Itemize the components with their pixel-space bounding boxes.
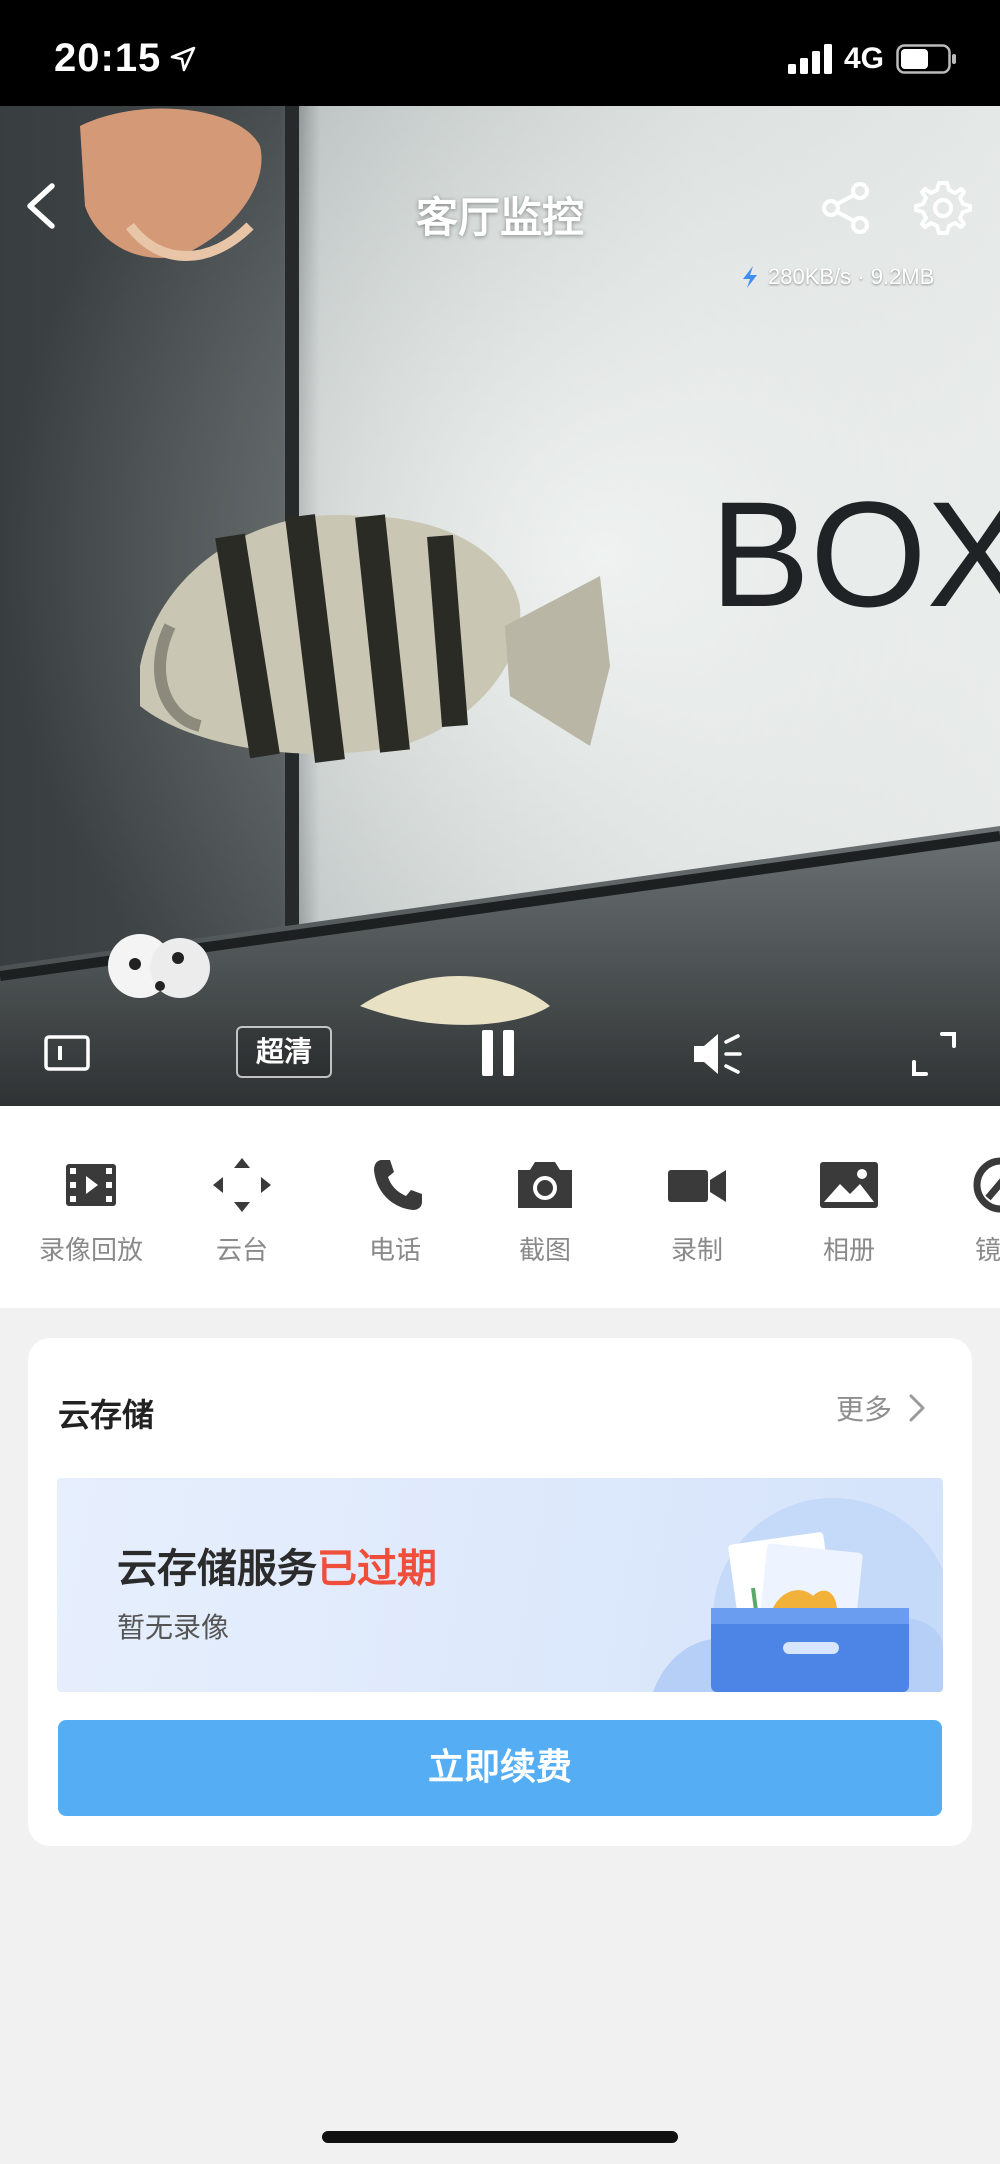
chevron-right-icon bbox=[909, 1394, 925, 1422]
quality-toggle-button[interactable]: 超清 bbox=[236, 1026, 332, 1078]
tool-screenshot[interactable]: 截图 bbox=[470, 1154, 620, 1267]
gear-icon[interactable] bbox=[914, 178, 972, 236]
tool-label: 录制 bbox=[670, 1236, 723, 1266]
tool-ptz[interactable]: 云台 bbox=[167, 1154, 317, 1267]
speaker-mute-icon[interactable] bbox=[688, 1026, 744, 1082]
function-toolbar: 录像回放 云台 电话 截图 录制 相册 镜 bbox=[0, 1106, 1000, 1308]
image-icon bbox=[820, 1162, 878, 1208]
tool-label: 镜头 bbox=[974, 1236, 1000, 1266]
cloud-service-banner[interactable]: 云存储服务已过期 暂无录像 bbox=[57, 1478, 943, 1692]
tool-label: 录像回放 bbox=[38, 1236, 143, 1266]
banner-title: 云存储服务已过期 bbox=[117, 1536, 437, 1594]
box-sign-text: BOX bbox=[710, 470, 1000, 638]
device-live-page: 20:15 4G BOX 客厅监控 280KB/s · 9.2MB 超清 录像回… bbox=[0, 0, 1000, 2164]
tool-label: 云台 bbox=[215, 1236, 268, 1266]
fullscreen-icon[interactable] bbox=[910, 1030, 958, 1078]
bitrate-indicator: 280KB/s · 9.2MB bbox=[740, 264, 934, 290]
film-icon bbox=[66, 1164, 116, 1206]
live-video-player[interactable]: BOX 客厅监控 280KB/s · 9.2MB 超清 bbox=[0, 106, 1000, 1106]
tool-label: 截图 bbox=[518, 1236, 571, 1266]
location-arrow-icon bbox=[170, 46, 196, 72]
tool-label: 相册 bbox=[822, 1236, 875, 1266]
tool-label: 电话 bbox=[368, 1236, 421, 1266]
banner-subtitle: 暂无录像 bbox=[117, 1611, 230, 1644]
camera-icon bbox=[518, 1162, 572, 1208]
cellular-signal-icon bbox=[788, 44, 832, 74]
tool-record[interactable]: 录制 bbox=[622, 1154, 772, 1267]
bitrate-text: 280KB/s · 9.2MB bbox=[768, 264, 935, 289]
cloud-storage-card: 云存储 更多 云存储服务已过期 暂无录像 立即续费 bbox=[28, 1338, 972, 1846]
tool-lens[interactable]: 镜头 bbox=[926, 1154, 1000, 1267]
tool-phone[interactable]: 电话 bbox=[320, 1154, 470, 1267]
status-time: 20:15 bbox=[54, 36, 162, 80]
status-bar: 20:15 4G bbox=[0, 0, 1000, 106]
video-camera-icon bbox=[668, 1170, 726, 1202]
more-label: 更多 bbox=[836, 1393, 893, 1426]
renew-button[interactable]: 立即续费 bbox=[58, 1720, 942, 1816]
layout-toggle-icon[interactable] bbox=[44, 1034, 90, 1072]
pause-icon[interactable] bbox=[478, 1028, 518, 1078]
battery-icon bbox=[896, 44, 956, 74]
lens-icon bbox=[973, 1157, 1000, 1213]
cloud-drawer-illustration bbox=[653, 1498, 943, 1692]
speed-bolt-icon bbox=[743, 266, 757, 288]
tool-playback[interactable]: 录像回放 bbox=[16, 1154, 166, 1267]
camera-feed-image: BOX bbox=[0, 106, 1000, 1106]
cloud-storage-title: 云存储 bbox=[58, 1396, 155, 1434]
more-link[interactable]: 更多 bbox=[836, 1388, 928, 1428]
banner-service-text: 云存储服务 bbox=[117, 1546, 317, 1592]
banner-expired-text: 已过期 bbox=[317, 1546, 437, 1592]
network-type: 4G bbox=[844, 42, 885, 75]
share-icon[interactable] bbox=[818, 180, 874, 236]
tool-album[interactable]: 相册 bbox=[774, 1154, 924, 1267]
phone-icon bbox=[374, 1160, 422, 1210]
move-arrows-icon bbox=[213, 1158, 271, 1212]
home-indicator bbox=[322, 2131, 678, 2143]
